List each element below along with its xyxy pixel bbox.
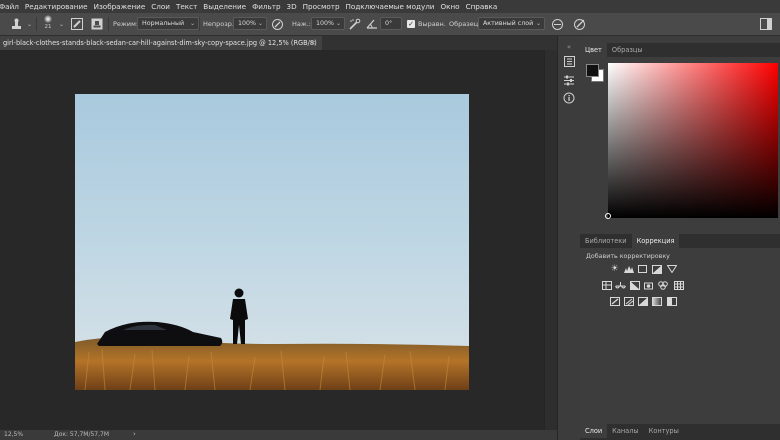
document-image[interactable] bbox=[75, 94, 469, 390]
document-title: girl-black-clothes-stands-black-sedan-ca… bbox=[3, 39, 317, 47]
pressure-size-icon[interactable] bbox=[571, 16, 587, 32]
properties-panel-icon[interactable] bbox=[561, 73, 577, 87]
tab-adjustments[interactable]: Коррекция bbox=[631, 234, 680, 248]
sample-value: Активный слой bbox=[483, 20, 534, 27]
color-picker-cursor[interactable] bbox=[605, 213, 611, 219]
menu-plugins[interactable]: Подключаемые модули bbox=[341, 2, 440, 11]
threshold-icon[interactable] bbox=[637, 296, 648, 306]
align-checkbox[interactable]: ✓ Выравн. bbox=[407, 13, 446, 35]
brush-dropdown-icon[interactable]: ⌄ bbox=[59, 13, 64, 35]
airbrush-icon[interactable] bbox=[346, 16, 362, 32]
document-size: Док: 57,7M/57,7M bbox=[54, 431, 110, 438]
menu-bar: Файл Редактирование Изображение Слои Тек… bbox=[0, 0, 780, 13]
foreground-color-swatch[interactable] bbox=[586, 64, 599, 77]
tab-paths[interactable]: Контуры bbox=[644, 424, 684, 438]
photo-filter-icon[interactable] bbox=[643, 280, 654, 290]
close-icon[interactable]: × bbox=[310, 39, 316, 47]
angle-value: 0° bbox=[385, 20, 393, 27]
document-tab[interactable]: girl-black-clothes-stands-black-sedan-ca… bbox=[0, 36, 322, 50]
posterize-icon[interactable] bbox=[623, 296, 634, 306]
gradient-map-icon[interactable] bbox=[651, 296, 662, 306]
adjustments-caption: Добавить корректировку bbox=[586, 253, 670, 260]
tab-libraries[interactable]: Библиотеки bbox=[580, 234, 632, 248]
align-label: Выравн. bbox=[418, 20, 446, 28]
pressure-value: 100% bbox=[316, 20, 335, 27]
collapse-panels-icon[interactable]: « bbox=[561, 40, 577, 54]
opacity-label: Непрозр.: bbox=[203, 20, 237, 28]
brush-preview-icon[interactable]: 21 bbox=[40, 14, 56, 30]
history-panel-icon[interactable] bbox=[561, 54, 577, 68]
workspace-icon[interactable] bbox=[758, 16, 774, 32]
brush-size-value: 21 bbox=[44, 23, 52, 30]
color-panel-tabs: Цвет Образцы bbox=[580, 43, 780, 57]
brush-settings-icon[interactable] bbox=[69, 16, 85, 32]
zoom-level[interactable]: 12,5% bbox=[4, 431, 23, 438]
mode-label: Режим: bbox=[113, 20, 139, 28]
chevron-down-icon: ⌄ bbox=[535, 20, 541, 27]
pressure-input[interactable]: 100% ⌄ bbox=[311, 17, 345, 30]
status-arrow-icon[interactable]: › bbox=[133, 430, 136, 438]
chevron-down-icon: ⌄ bbox=[257, 20, 263, 27]
black-white-icon[interactable] bbox=[629, 280, 640, 290]
angle-input[interactable]: 0° bbox=[380, 17, 402, 30]
hue-saturation-icon[interactable] bbox=[601, 280, 612, 290]
sample-select[interactable]: Активный слой ⌄ bbox=[478, 17, 545, 30]
levels-icon[interactable] bbox=[623, 264, 634, 274]
ignore-adjustment-icon[interactable] bbox=[549, 16, 565, 32]
checkbox-checked-icon: ✓ bbox=[407, 20, 415, 28]
selective-color-icon[interactable] bbox=[666, 296, 677, 306]
menu-view[interactable]: Просмотр bbox=[298, 2, 345, 11]
clone-source-icon[interactable] bbox=[89, 16, 105, 32]
mode-value: Нормальный bbox=[142, 20, 185, 27]
vibrance-icon[interactable] bbox=[666, 264, 677, 274]
tab-color[interactable]: Цвет bbox=[580, 43, 607, 57]
menu-edit[interactable]: Редактирование bbox=[20, 2, 93, 11]
vertical-scrollbar[interactable] bbox=[544, 50, 558, 430]
curves-icon[interactable] bbox=[637, 264, 648, 274]
chevron-down-icon: ⌄ bbox=[189, 20, 195, 27]
pressure-label: Наж.: bbox=[292, 20, 311, 28]
sample-label: Образец: bbox=[449, 20, 481, 28]
mode-select[interactable]: Нормальный ⌄ bbox=[137, 17, 199, 30]
exposure-icon[interactable] bbox=[651, 264, 662, 274]
adjust-panel-tabs: Библиотеки Коррекция bbox=[580, 234, 780, 248]
menu-help[interactable]: Справка bbox=[461, 2, 503, 11]
panel-icon-strip: « bbox=[557, 36, 581, 440]
chevron-down-icon: ⌄ bbox=[335, 20, 341, 27]
color-balance-icon[interactable] bbox=[615, 280, 626, 290]
tab-layers[interactable]: Слои bbox=[580, 424, 608, 438]
clone-stamp-icon[interactable] bbox=[8, 16, 24, 32]
color-picker-field[interactable] bbox=[605, 63, 778, 219]
angle-icon[interactable] bbox=[364, 16, 380, 32]
invert-icon[interactable] bbox=[609, 296, 620, 306]
layers-panel-tabs: Слои Каналы Контуры bbox=[580, 424, 780, 438]
status-bar: 12,5% Док: 57,7M/57,7M › bbox=[0, 430, 557, 440]
tab-channels[interactable]: Каналы bbox=[607, 424, 644, 438]
separator bbox=[36, 17, 37, 31]
color-lookup-icon[interactable] bbox=[673, 280, 684, 290]
channel-mixer-icon[interactable] bbox=[657, 280, 668, 290]
brightness-contrast-icon[interactable]: ☀ bbox=[609, 264, 620, 274]
opacity-input[interactable]: 100% ⌄ bbox=[233, 17, 267, 30]
opacity-value: 100% bbox=[238, 20, 257, 27]
menu-filter[interactable]: Фильтр bbox=[247, 2, 285, 11]
tool-preset-dropdown-icon[interactable]: ⌄ bbox=[27, 13, 32, 35]
options-bar: ⌄ 21 ⌄ Режим: Нормальный ⌄ Непрозр.: 100%… bbox=[0, 13, 780, 36]
menu-image[interactable]: Изображение bbox=[89, 2, 151, 11]
pressure-opacity-icon[interactable] bbox=[269, 16, 285, 32]
separator bbox=[108, 17, 109, 31]
separator bbox=[199, 17, 200, 31]
menu-select[interactable]: Выделение bbox=[198, 2, 251, 11]
info-panel-icon[interactable] bbox=[561, 91, 577, 105]
tab-swatches[interactable]: Образцы bbox=[607, 43, 648, 57]
